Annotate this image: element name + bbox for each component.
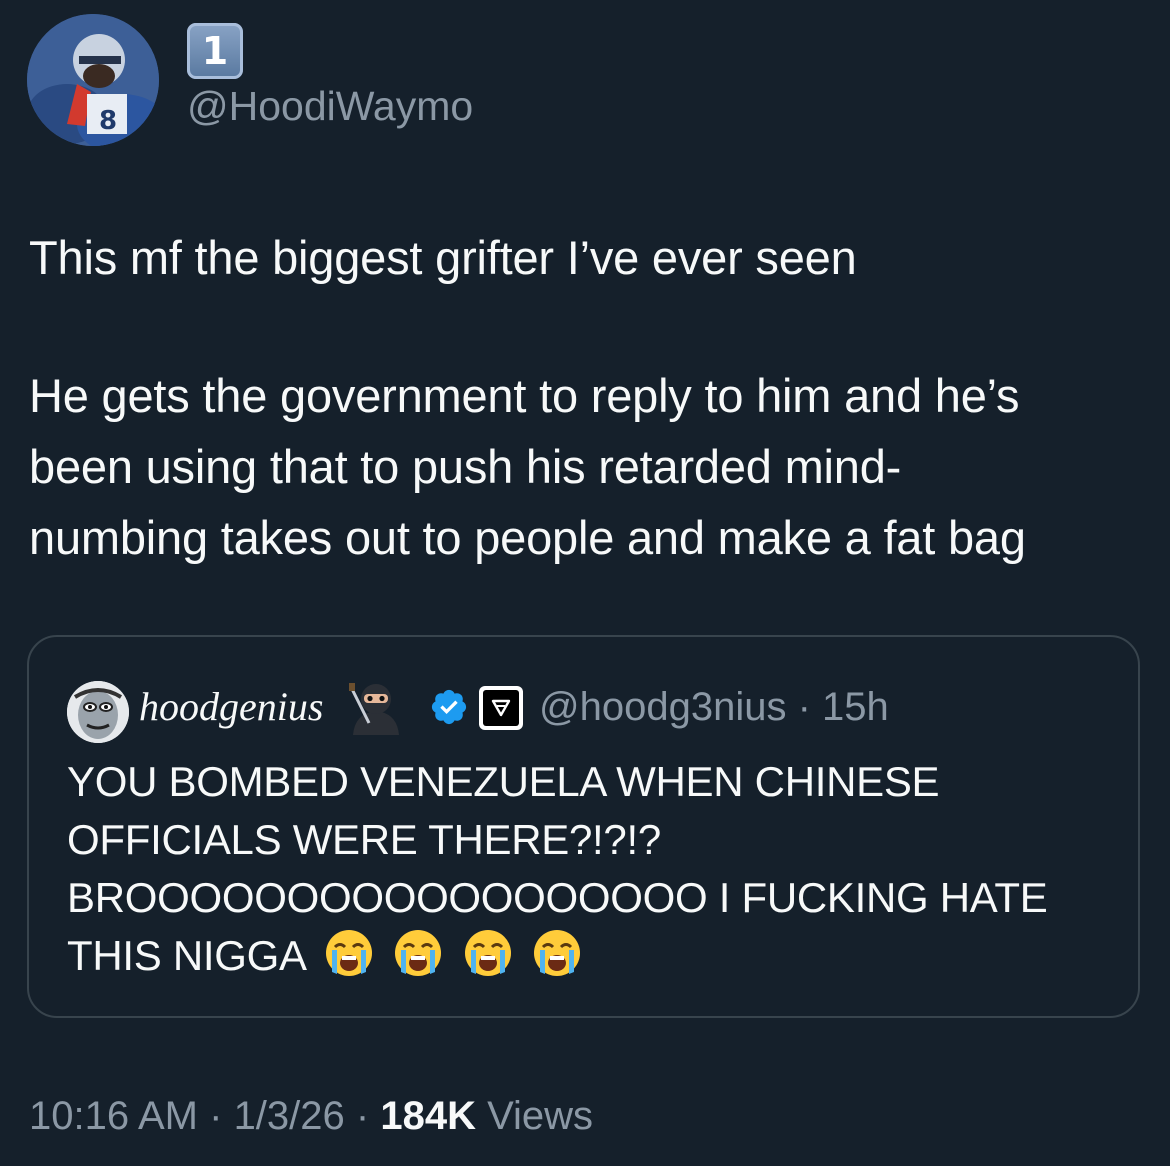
separator-dot: · [786,685,823,729]
views-count: 184K [380,1094,476,1138]
crying-face-icon [533,930,580,976]
quoted-author-name[interactable]: hoodgenius [139,683,323,731]
quoted-line-2: OFFICIALS WERE THERE?!?!? [67,816,661,863]
svg-text:8: 8 [99,106,117,136]
quoted-line-4: THIS NIGGA [67,932,305,979]
affiliate-icon[interactable] [479,686,523,730]
tweet-date[interactable]: 1/3/26 [234,1094,345,1138]
tweet-paragraph-2-line-1: He gets the government to reply to him a… [29,369,1020,422]
crying-face-icon [325,930,372,976]
tweet-paragraph-2-line-2: been using that to push his retarded min… [29,440,902,493]
quoted-author-avatar[interactable] [67,681,129,743]
quoted-text: YOU BOMBED VENEZUELA WHEN CHINESE OFFICI… [67,753,1127,993]
separator-dot: · [198,1094,234,1138]
quoted-line-4-wrap: THIS NIGGA [67,927,1127,993]
crying-face-icon [395,930,442,976]
tweet-metadata: 10:16 AM · 1/3/26 · 184K Views [29,1092,593,1140]
separator-dot: · [344,1094,381,1138]
tweet-paragraph-1: This mf the biggest grifter I’ve ever se… [29,231,857,284]
tweet-paragraph-2-line-3: numbing takes out to people and make a f… [29,511,1026,564]
quoted-tweet[interactable]: hoodgenius @hoodg3nius · 15h YOU BOMBED … [27,635,1140,1018]
quoted-time[interactable]: 15h [822,685,889,729]
verified-icon [431,689,467,725]
quoted-author-handle[interactable]: @hoodg3nius [539,685,786,729]
tweet-text: This mf the biggest grifter I’ve ever se… [29,222,1149,573]
author-handle[interactable]: @HoodiWaymo [187,82,473,130]
author-avatar[interactable]: 8 [27,14,159,146]
tweet-time[interactable]: 10:16 AM [29,1094,198,1138]
quoted-handle-time: @hoodg3nius · 15h [539,683,889,731]
views-label: Views [475,1094,594,1138]
crying-face-icon [464,930,511,976]
emoji-badge-keycap: 1 [187,23,243,79]
quoted-line-3: BROOOOOOOOOOOOOOOOOO I FUCKING HATE [67,874,1048,921]
ninja-icon [349,683,399,735]
quoted-line-1: YOU BOMBED VENEZUELA WHEN CHINESE [67,758,940,805]
crying-emojis [324,928,590,993]
